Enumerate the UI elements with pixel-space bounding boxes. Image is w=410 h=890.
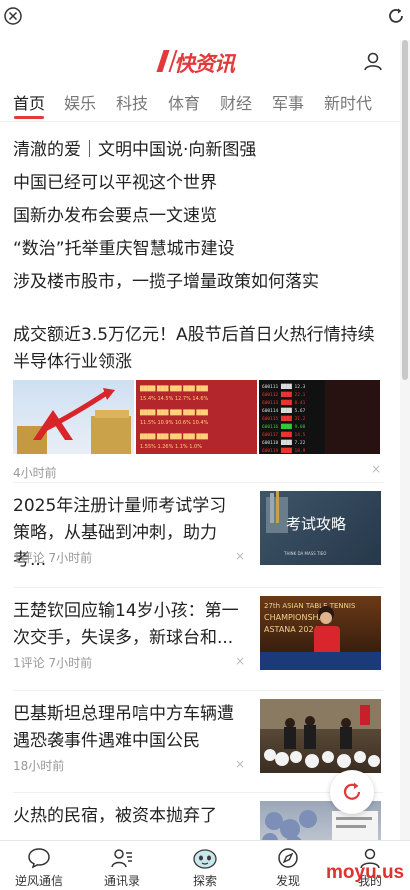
tab-entertainment[interactable]: 娱乐 [64,90,96,114]
nav-label: 通讯录 [103,874,140,888]
top-bar [0,0,410,34]
watermark: moyu.us [326,862,405,883]
contacts-icon [111,849,132,868]
nav-item-explore[interactable]: 探索 [175,847,235,889]
article-thumbnail [260,699,381,773]
tab-military[interactable]: 军事 [272,90,304,114]
stock-chart-image [13,380,134,454]
article-meta: 18小时前 [13,759,65,773]
article-title[interactable]: 巴基斯坦总理吊唁中方车辆遭遇恐袭事件遇难中国公民 [13,701,243,755]
app-logo: 快资讯 [156,48,240,76]
headline-item[interactable]: 清澈的爱｜文明中国说·向新图强 [13,138,393,171]
article-item[interactable]: 王楚钦回应输14岁小孩：第一次交手，失误多，新球台和... 1评论 7小时前 ×… [13,587,383,687]
dismiss-icon[interactable]: × [235,757,245,771]
article-thumbnail: 考试攻略 THINK DA MASS TIEO [260,491,381,565]
article-thumbnail: 27th ASIAN TABLE TENNIS CHAMPIONSHIPS AS… [260,596,381,670]
market-board-image: ████ ███ ███ ███ ███ 15.4% 14.5% 12.7% 1… [136,380,257,454]
article-title[interactable]: 火热的民宿，被资本抛弃了 [13,803,243,830]
dismiss-icon[interactable]: × [371,462,381,476]
refresh-icon [343,782,361,800]
article-meta: 1评论 7小时前 [13,551,93,565]
svg-text:600115 ████ 31.2: 600115 ████ 31.2 [262,415,306,422]
featured-article-title[interactable]: 成交额近3.5万亿元！A股节后首日火热行情持续 半导体行业领涨 [13,322,383,376]
headline-item[interactable]: 国新办发布会要点一文速览 [13,204,393,237]
compass-icon [278,848,298,868]
scrollbar-thumb[interactable] [402,40,408,380]
article-time: 4小时前 [13,466,57,480]
tab-home[interactable]: 首页 [13,90,45,114]
tab-sports[interactable]: 体育 [168,90,200,114]
headline-item[interactable]: 涉及楼市股市，一揽子增量政策如何落实 [13,270,393,303]
dismiss-icon[interactable]: × [235,654,245,668]
user-icon[interactable] [362,50,384,72]
header: 快资讯 [0,40,410,84]
nav-item-contacts[interactable]: 通讯录 [92,847,152,889]
article-title[interactable]: 王楚钦回应输14岁小孩：第一次交手，失误多，新球台和... [13,598,243,652]
featured-article-meta: 4小时前 × [13,462,383,482]
featured-article-images: ████ ███ ███ ███ ███ 15.4% 14.5% 12.7% 1… [13,380,383,454]
stock-ticker-image: 600111 ████ 12.3 600112 ████ 22.1 600113… [259,380,380,454]
category-tabs: 首页 娱乐 科技 体育 财经 军事 新时代 [0,86,400,122]
featured-article[interactable]: 成交额近3.5万亿元！A股节后首日火热行情持续 半导体行业领涨 ████ ███… [13,322,383,482]
svg-text:600112 ████ 22.1: 600112 ████ 22.1 [262,391,306,398]
headline-list: 清澈的爱｜文明中国说·向新图强 中国已经可以平视这个世界 国新办发布会要点一文速… [13,138,393,303]
svg-text:600113 ████ 8.41: 600113 ████ 8.41 [262,399,306,406]
svg-text:600114 ████ 5.67: 600114 ████ 5.67 [262,407,306,414]
svg-text:ASTANA 2024: ASTANA 2024 [264,625,319,634]
article-item[interactable]: 巴基斯坦总理吊唁中方车辆遭遇恐袭事件遇难中国公民 18小时前 × [13,690,383,790]
nav-item-messages[interactable]: 逆风通信 [9,847,69,889]
close-icon[interactable] [3,6,23,26]
svg-text:600116 ████ 9.08: 600116 ████ 9.08 [262,423,306,430]
thumbnail-subcaption: THINK DA MASS TIEO [283,551,326,556]
nav-label: 逆风通信 [14,874,63,888]
tab-finance[interactable]: 财经 [220,90,252,114]
refresh-icon[interactable] [386,6,406,26]
tab-new-era[interactable]: 新时代 [324,90,372,114]
thumbnail-caption: 考试攻略 [286,515,346,533]
chat-bubble-icon [28,848,50,869]
nav-label: 发现 [275,874,300,888]
active-tab-indicator [14,116,44,119]
svg-text:15.4% 14.5% 12.7% 14.6%: 15.4% 14.5% 12.7% 14.6% [140,396,209,402]
headline-item[interactable]: “数治”托举重庆智慧城市建设 [13,237,393,270]
nav-item-discover[interactable]: 发现 [258,847,318,889]
svg-text:600119 ████ 18.9: 600119 ████ 18.9 [262,447,306,454]
svg-text:600117 ████ 14.5: 600117 ████ 14.5 [262,431,306,438]
tab-tech[interactable]: 科技 [116,90,148,114]
article-meta: 1评论 7小时前 [13,656,93,670]
svg-text:████ ███ ███ ███ ███: ████ ███ ███ ███ ███ [139,433,208,440]
svg-text:11.5% 10.9% 10.6% 10.4%: 11.5% 10.9% 10.6% 10.4% [140,420,209,426]
headline-item[interactable]: 中国已经可以平视这个世界 [13,171,393,204]
refresh-feed-button[interactable] [330,770,374,814]
svg-text:████ ███ ███ ███ ███: ████ ███ ███ ███ ███ [139,385,208,392]
explore-face-icon [193,849,217,869]
svg-text:600111 ████ 12.3: 600111 ████ 12.3 [262,383,306,390]
svg-text:████ ███ ███ ███ ███: ████ ███ ███ ███ ███ [139,409,208,416]
svg-text:1.55% 1.26% 1.1% 1.0%: 1.55% 1.26% 1.1% 1.0% [140,444,202,450]
thumbnail-caption: 27th ASIAN TABLE TENNIS [264,602,356,610]
article-item[interactable]: 2025年注册计量师考试学习策略，从基础到冲刺，助力考... 1评论 7小时前 … [13,482,383,582]
logo-text: 快资讯 [174,52,235,76]
dismiss-icon[interactable]: × [235,549,245,563]
nav-label: 探索 [192,874,217,888]
scrollbar[interactable] [400,40,410,840]
svg-text:600118 ████ 7.22: 600118 ████ 7.22 [262,439,306,446]
